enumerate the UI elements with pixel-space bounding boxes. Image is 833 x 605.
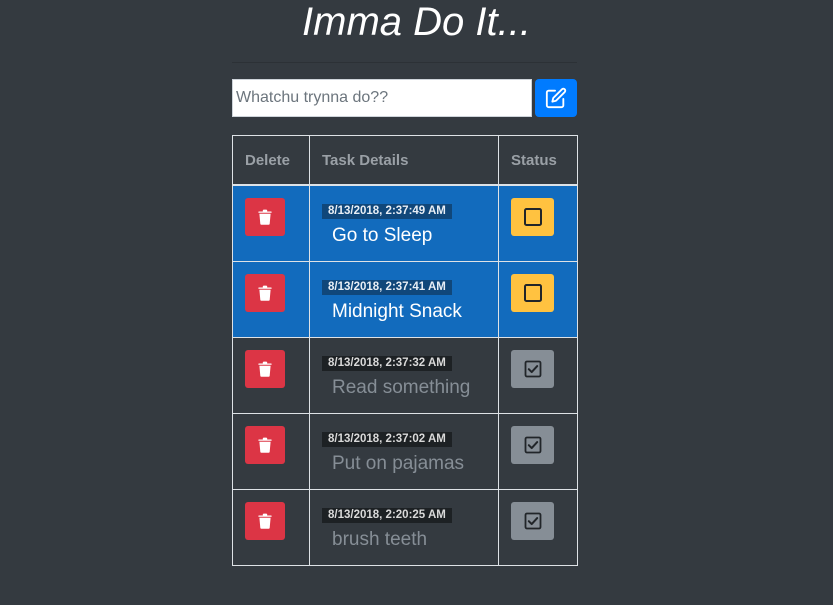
task-title: brush teeth [332, 529, 428, 550]
checked-checkbox-icon [524, 436, 541, 454]
task-details-cell: 8/13/2018, 2:37:49 AM Go to Sleep [309, 184, 499, 262]
empty-checkbox-icon [523, 208, 542, 226]
delete-column-header: Delete [232, 135, 310, 186]
status-column-header: Status [498, 135, 578, 186]
trash-icon [258, 513, 272, 529]
task-row: 8/13/2018, 2:37:32 AM Read something [232, 337, 578, 414]
delete-task-button[interactable] [245, 198, 285, 236]
status-cell [498, 261, 578, 338]
add-task-button[interactable] [535, 79, 577, 117]
delete-task-button[interactable] [245, 426, 285, 464]
toggle-status-button[interactable] [511, 198, 554, 236]
status-cell [498, 413, 578, 490]
delete-task-button[interactable] [245, 502, 285, 540]
task-details-column-header: Task Details [309, 135, 499, 186]
task-title: Put on pajamas [332, 453, 465, 474]
edit-icon [545, 87, 567, 109]
new-task-input[interactable] [232, 79, 532, 117]
delete-cell [232, 413, 310, 490]
task-table: Delete Task Details Status 8/13/2018, 2:… [232, 135, 578, 566]
checked-checkbox-icon [524, 512, 541, 530]
toggle-status-button[interactable] [511, 274, 554, 312]
task-row: 8/13/2018, 2:37:49 AM Go to Sleep [232, 184, 578, 262]
task-timestamp: 8/13/2018, 2:37:02 AM [322, 432, 452, 447]
task-timestamp: 8/13/2018, 2:37:41 AM [322, 280, 452, 295]
empty-checkbox-icon [523, 284, 542, 302]
trash-icon [258, 209, 272, 225]
trash-icon [258, 437, 272, 453]
app-title: Imma Do It... [302, 0, 531, 44]
toggle-status-button[interactable] [511, 502, 554, 540]
status-cell [498, 184, 578, 262]
delete-task-button[interactable] [245, 350, 285, 388]
task-row: 8/13/2018, 2:20:25 AM brush teeth [232, 489, 578, 566]
task-title: Midnight Snack [332, 301, 462, 322]
task-details-cell: 8/13/2018, 2:37:32 AM Read something [309, 337, 499, 414]
toggle-status-button[interactable] [511, 426, 554, 464]
title-divider [232, 62, 577, 63]
task-details-cell: 8/13/2018, 2:20:25 AM brush teeth [309, 489, 499, 566]
table-header-row: Delete Task Details Status [232, 135, 578, 186]
task-timestamp: 8/13/2018, 2:37:49 AM [322, 204, 452, 219]
task-title: Read something [332, 377, 471, 398]
task-timestamp: 8/13/2018, 2:37:32 AM [322, 356, 452, 371]
toggle-status-button[interactable] [511, 350, 554, 388]
task-row: 8/13/2018, 2:37:02 AM Put on pajamas [232, 413, 578, 490]
task-details-cell: 8/13/2018, 2:37:41 AM Midnight Snack [309, 261, 499, 338]
delete-cell [232, 337, 310, 414]
delete-cell [232, 261, 310, 338]
trash-icon [258, 285, 272, 301]
task-timestamp: 8/13/2018, 2:20:25 AM [322, 508, 452, 523]
status-cell [498, 489, 578, 566]
status-cell [498, 337, 578, 414]
delete-cell [232, 489, 310, 566]
task-details-cell: 8/13/2018, 2:37:02 AM Put on pajamas [309, 413, 499, 490]
delete-cell [232, 184, 310, 262]
delete-task-button[interactable] [245, 274, 285, 312]
trash-icon [258, 361, 272, 377]
task-row: 8/13/2018, 2:37:41 AM Midnight Snack [232, 261, 578, 338]
checked-checkbox-icon [524, 360, 541, 378]
task-title: Go to Sleep [332, 225, 433, 246]
